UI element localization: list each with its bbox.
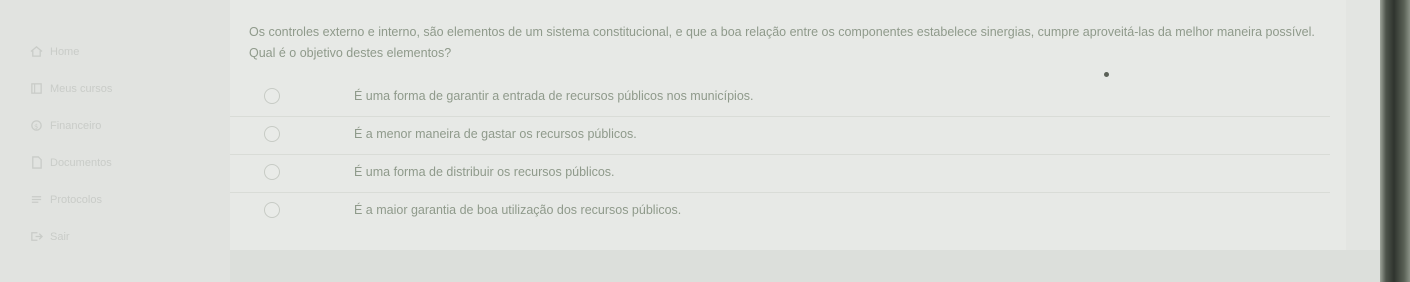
money-icon: $ [31, 120, 42, 131]
logout-icon [31, 232, 43, 241]
book-icon [31, 83, 42, 94]
sidebar-item-label: Financeiro [50, 119, 102, 132]
question-text: Os controles externo e interno, são elem… [249, 25, 1315, 60]
sidebar-item-sair[interactable]: Sair [30, 230, 70, 243]
svg-text:$: $ [34, 122, 38, 130]
sidebar-item-label: Meus cursos [50, 82, 113, 95]
sidebar-item-documentos[interactable]: Documentos [30, 156, 112, 169]
sidebar-item-financeiro[interactable]: $ Financeiro [30, 119, 101, 132]
answer-option[interactable]: É uma forma de distribuir os recursos pú… [230, 156, 1330, 193]
radio-button[interactable] [264, 126, 280, 142]
sidebar-item-label: Documentos [50, 156, 112, 169]
answer-option-label: É uma forma de distribuir os recursos pú… [354, 165, 615, 179]
answer-option-label: É uma forma de garantir a entrada de rec… [354, 89, 754, 103]
answer-option-label: É a menor maneira de gastar os recursos … [354, 127, 637, 141]
screen-edge [1380, 0, 1410, 282]
sidebar-item-home[interactable]: Home [30, 45, 79, 58]
sidebar-item-meus-cursos[interactable]: Meus cursos [30, 82, 112, 95]
radio-button[interactable] [264, 88, 280, 104]
document-icon [32, 156, 42, 169]
radio-button[interactable] [264, 202, 280, 218]
sidebar-item-label: Home [50, 45, 80, 58]
mouse-cursor [1104, 72, 1109, 77]
sidebar-item-protocolos[interactable]: Protocolos [30, 193, 102, 206]
answer-option[interactable]: É uma forma de garantir a entrada de rec… [230, 80, 1330, 117]
sidebar: Home Meus cursos $ Financeiro Documentos… [0, 0, 230, 282]
protocol-icon [31, 196, 42, 203]
answer-option-label: É a maior garantia de boa utilização dos… [354, 203, 682, 217]
answer-option[interactable]: É a menor maneira de gastar os recursos … [230, 118, 1330, 155]
sidebar-item-label: Protocolos [50, 193, 102, 206]
footer-strip [230, 250, 1380, 282]
radio-button[interactable] [264, 164, 280, 180]
home-icon [30, 46, 43, 57]
sidebar-item-label: Sair [50, 230, 70, 243]
answer-option[interactable]: É a maior garantia de boa utilização dos… [230, 194, 1330, 230]
